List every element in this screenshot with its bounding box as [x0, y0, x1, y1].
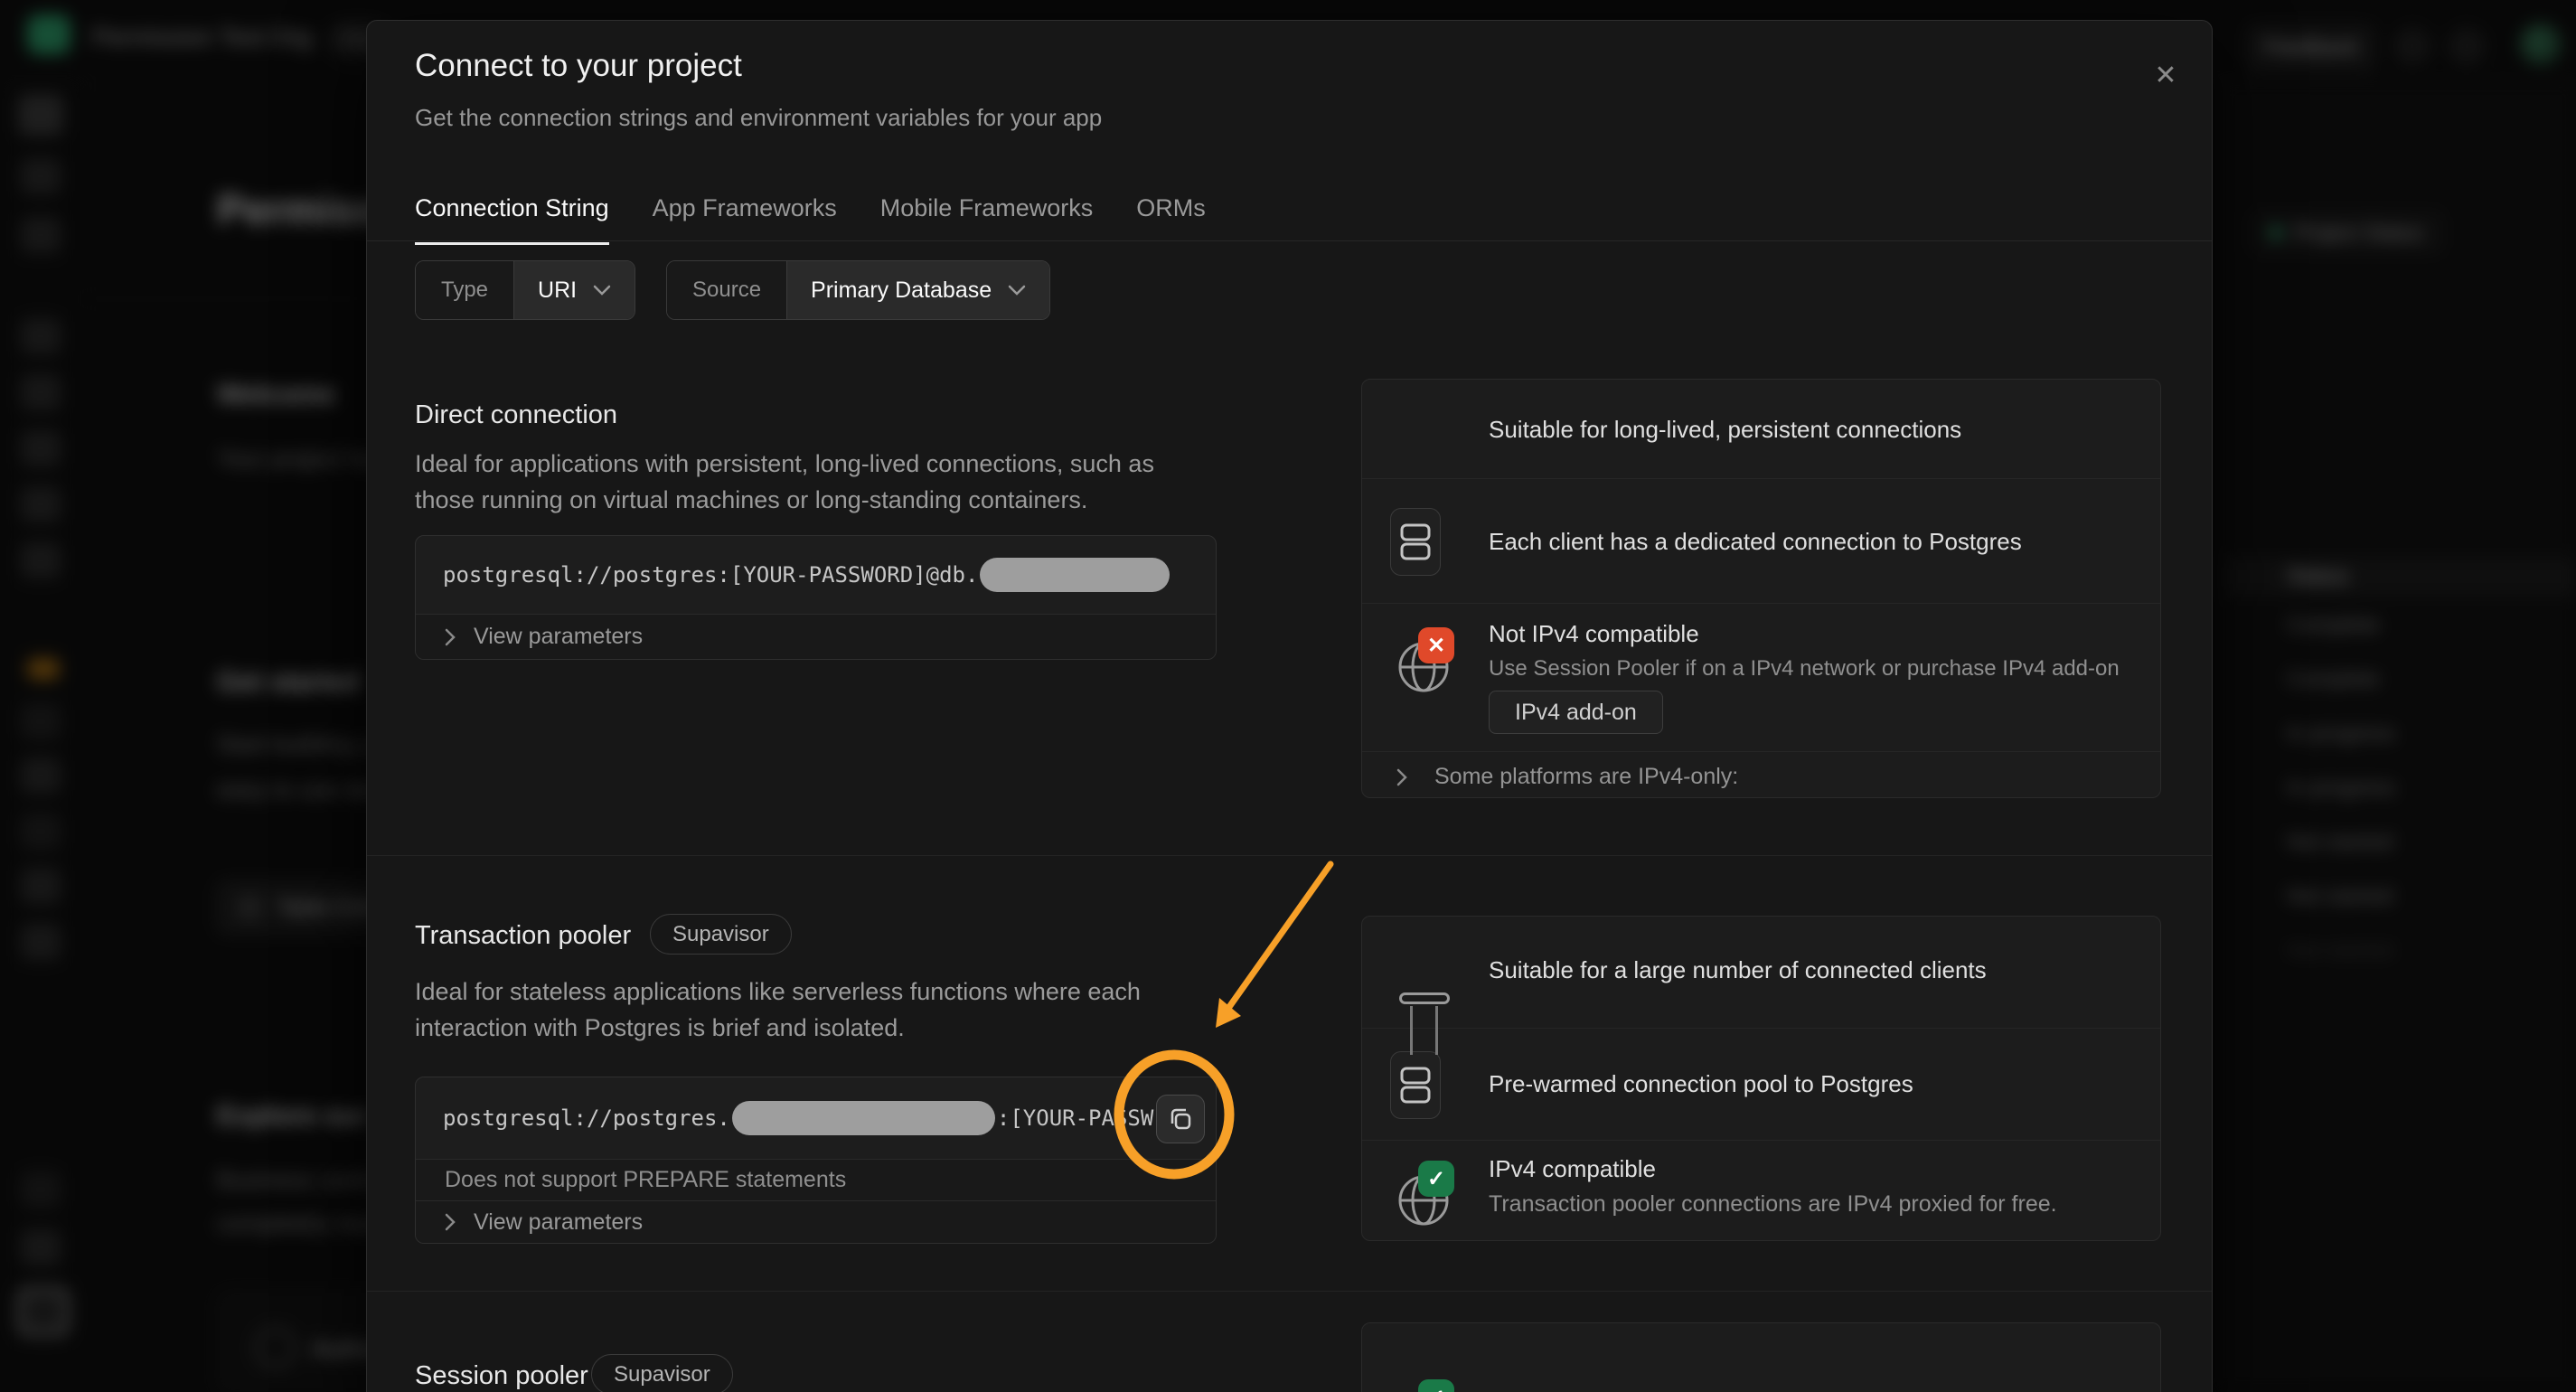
header-divider — [367, 240, 2212, 241]
panel-row: ✓ IPv4 compatible — [1362, 1323, 2160, 1392]
chevron-right-icon — [1396, 768, 1407, 786]
panel-row-subtext: Use Session Pooler if on a IPv4 network … — [1489, 656, 2120, 682]
view-parameters-toggle[interactable]: View parameters — [416, 614, 1216, 659]
source-select-value: Primary Database — [811, 277, 992, 304]
supavisor-badge: Supavisor — [591, 1354, 733, 1392]
panel-row-text: Each client has a dedicated connection t… — [1489, 528, 2022, 556]
database-icon — [1390, 1051, 1441, 1119]
copy-button[interactable] — [1156, 1095, 1205, 1143]
check-badge-icon: ✓ — [1418, 1379, 1454, 1392]
view-parameters-toggle[interactable]: View parameters — [416, 1200, 1216, 1243]
panel-row: Suitable for a large number of connected… — [1362, 917, 2160, 1029]
panel-row: Pre-warmed connection pool to Postgres — [1362, 1029, 2160, 1141]
transaction-info-panel: Suitable for a large number of connected… — [1361, 916, 2161, 1241]
source-select[interactable]: Source Primary Database — [666, 260, 1050, 320]
check-badge-icon: ✓ — [1418, 1161, 1454, 1197]
panel-row-title: IPv4 compatible — [1489, 1388, 1656, 1392]
pool-line-icon — [1435, 1006, 1438, 1055]
tab-mobile-frameworks[interactable]: Mobile Frameworks — [880, 194, 1094, 245]
type-select[interactable]: Type URI — [415, 260, 635, 320]
code-prefix: postgresql://postgres:[YOUR-PASSWORD]@db… — [443, 562, 978, 588]
modal-title: Connect to your project — [415, 48, 742, 84]
panel-row: Suitable for long-lived, persistent conn… — [1362, 380, 2160, 479]
direct-connection-description: Ideal for applications with persistent, … — [415, 446, 1219, 518]
panel-row: ✓ IPv4 compatible Transaction pooler con… — [1362, 1141, 2160, 1242]
panel-row-title: IPv4 compatible — [1489, 1155, 1656, 1183]
copy-icon — [1168, 1106, 1193, 1132]
panel-row-text: Suitable for a large number of connected… — [1489, 956, 1987, 984]
connection-string-value: postgresql://postgres. :[YOUR-PASSW @ — [416, 1077, 1216, 1159]
connection-pool-icon — [1399, 992, 1450, 1004]
ipv4-addon-button[interactable]: IPv4 add-on — [1489, 691, 1663, 734]
redacted-host — [980, 558, 1170, 592]
modal-subtitle: Get the connection strings and environme… — [415, 104, 1102, 132]
x-badge-icon: ✕ — [1418, 627, 1454, 663]
direct-connection-heading: Direct connection — [415, 400, 617, 430]
pool-line-icon — [1410, 1006, 1413, 1055]
chevron-down-icon — [1008, 285, 1026, 296]
close-icon[interactable]: ✕ — [2146, 55, 2186, 95]
type-select-label: Type — [416, 261, 514, 319]
direct-connection-string: postgresql://postgres:[YOUR-PASSWORD]@db… — [415, 535, 1217, 660]
code-prefix: postgresql://postgres. — [443, 1105, 730, 1131]
panel-row-title: Not IPv4 compatible — [1489, 620, 1699, 648]
panel-row-text: Some platforms are IPv4-only: — [1434, 764, 1738, 790]
session-pooler-heading: Session pooler — [415, 1361, 588, 1391]
prepare-statements-note: Does not support PREPARE statements — [416, 1159, 1216, 1200]
tab-app-frameworks[interactable]: App Frameworks — [653, 194, 837, 245]
connection-string-value: postgresql://postgres:[YOUR-PASSWORD]@db… — [416, 536, 1216, 614]
panel-row: ✕ Not IPv4 compatible Use Session Pooler… — [1362, 604, 2160, 752]
tab-connection-string[interactable]: Connection String — [415, 194, 609, 245]
chevron-down-icon — [593, 285, 611, 296]
ipv4-only-platforms-toggle[interactable]: Some platforms are IPv4-only: — [1362, 752, 2160, 800]
source-select-label: Source — [667, 261, 787, 319]
modal-tabs: Connection String App Frameworks Mobile … — [415, 194, 1206, 245]
tab-orms[interactable]: ORMs — [1136, 194, 1206, 245]
transaction-connection-string: postgresql://postgres. :[YOUR-PASSW @ Do… — [415, 1077, 1217, 1244]
screen: Permission Test Org Fre Feedback Permiss… — [0, 0, 2576, 1392]
panel-row: Each client has a dedicated connection t… — [1362, 479, 2160, 604]
type-select-value: URI — [538, 277, 577, 304]
redacted-host — [732, 1101, 995, 1135]
chevron-right-icon — [445, 1213, 456, 1231]
view-parameters-label: View parameters — [474, 1209, 643, 1236]
panel-row-subtext: Transaction pooler connections are IPv4 … — [1489, 1191, 2057, 1218]
section-divider — [367, 855, 2212, 856]
transaction-pooler-heading: Transaction pooler — [415, 921, 631, 951]
view-parameters-label: View parameters — [474, 624, 643, 650]
section-divider — [367, 1291, 2212, 1292]
database-icon — [1390, 508, 1441, 576]
connect-modal: Connect to your project Get the connecti… — [366, 20, 2213, 1392]
supavisor-badge: Supavisor — [650, 914, 792, 955]
direct-info-panel: Suitable for long-lived, persistent conn… — [1361, 379, 2161, 798]
transaction-pooler-description: Ideal for stateless applications like se… — [415, 973, 1228, 1046]
code-suffix: :[YOUR-PASSW — [997, 1105, 1153, 1131]
panel-row-text: Suitable for long-lived, persistent conn… — [1489, 416, 1961, 444]
chevron-right-icon — [445, 628, 456, 646]
session-info-panel: ✓ IPv4 compatible — [1361, 1322, 2161, 1392]
panel-row-text: Pre-warmed connection pool to Postgres — [1489, 1070, 1913, 1098]
